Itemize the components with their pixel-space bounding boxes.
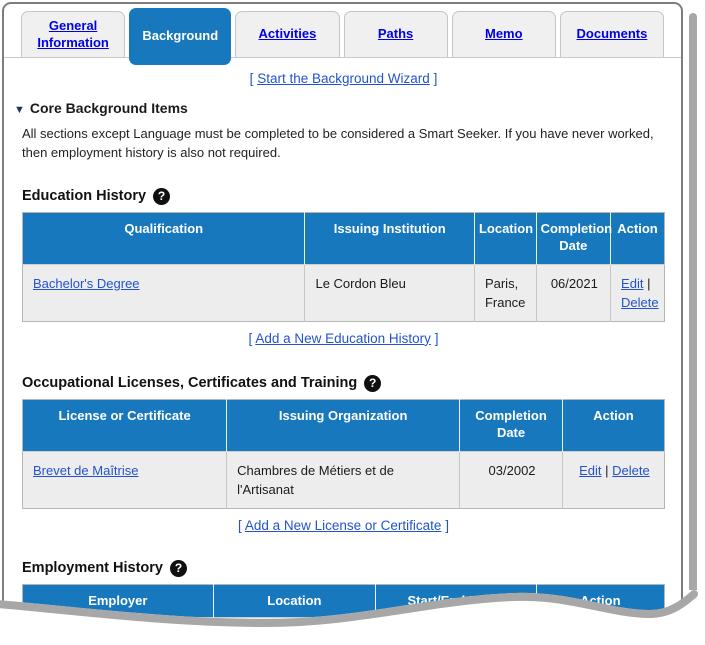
license-delete-link[interactable]: Delete	[612, 463, 650, 478]
licenses-title: Occupational Licenses, Certificates and …	[22, 375, 358, 392]
add-license-row: [ Add a New License or Certificate ]	[22, 518, 665, 533]
add-license-link[interactable]: Add a New License or Certificate	[245, 518, 442, 533]
bracket-open: [	[238, 517, 242, 533]
employment-action-cell: Edit | Delete	[536, 616, 665, 645]
education-action-cell: Edit | Delete	[610, 263, 665, 322]
bracket-open: [	[248, 330, 253, 346]
page-curl-shadow	[689, 13, 697, 590]
education-completion-date-cell: 06/2021	[536, 263, 612, 322]
license-row: Brevet de Maîtrise Chambres de Métiers e…	[22, 450, 665, 509]
tab-documents-label: Documents	[576, 26, 648, 42]
education-col-completion-date: Completion Date	[536, 212, 612, 265]
action-separator: |	[647, 275, 651, 291]
bracket-close: ]	[433, 71, 438, 86]
employment-help-icon[interactable]: ?	[170, 559, 187, 577]
education-help-icon[interactable]: ?	[153, 187, 171, 205]
employment-col-employer: Employer	[22, 584, 214, 618]
employment-dates-cell: 10/2022 - 07/2025	[375, 616, 537, 645]
employer-link[interactable]: Boulón Brasserie and	[33, 629, 157, 644]
tab-paths[interactable]: Paths	[343, 11, 448, 57]
education-table: Qualification Issuing Institution Locati…	[22, 211, 665, 322]
tab-content: [ Start the Background Wizard ] ▼ Core Ba…	[4, 71, 681, 645]
licenses-col-action: Action	[562, 399, 665, 452]
education-row: Bachelor's Degree Le Cordon Bleu Paris, …	[22, 263, 665, 322]
tab-activities-label: Activities	[258, 26, 317, 42]
action-separator: |	[605, 462, 609, 478]
tab-general-information-label: General Information	[37, 18, 109, 50]
license-cell: Brevet de Maîtrise	[22, 450, 228, 509]
education-edit-link[interactable]: Edit	[621, 276, 643, 291]
license-link[interactable]: Brevet de Maîtrise	[33, 463, 139, 478]
education-col-action: Action	[610, 212, 665, 265]
bracket-close: ]	[445, 517, 449, 533]
tab-activities[interactable]: Activities	[235, 11, 340, 57]
employment-col-location: Location	[213, 584, 377, 618]
employment-col-dates: Start/End Dates	[375, 584, 537, 618]
tab-paths-label: Paths	[377, 26, 414, 42]
tab-general-information[interactable]: General Information	[21, 11, 126, 57]
employment-title: Employment History	[22, 560, 163, 577]
background-page-panel: General Information Background Activitie…	[2, 2, 683, 645]
employment-col-action: Action	[536, 584, 665, 618]
education-location-cell: Paris, France	[474, 263, 537, 322]
core-background-description: All sections except Language must be com…	[22, 126, 654, 160]
license-completion-date-cell: 03/2002	[459, 450, 563, 509]
tab-memo-label: Memo	[484, 26, 523, 42]
education-col-qualification: Qualification	[22, 212, 306, 265]
employment-edit-link[interactable]: Edit	[566, 629, 588, 644]
qualification-cell: Bachelor's Degree	[22, 263, 306, 322]
licenses-col-organization: Issuing Organization	[226, 399, 461, 452]
screenshot-frame: General Information Background Activitie…	[0, 0, 705, 645]
license-edit-link[interactable]: Edit	[579, 463, 601, 478]
licenses-header-row: License or Certificate Issuing Organizat…	[22, 399, 665, 452]
employment-heading: Employment History ?	[22, 559, 665, 577]
employer-cell: Boulón Brasserie and	[22, 616, 214, 645]
education-delete-link[interactable]: Delete	[621, 295, 659, 310]
employment-location-cell: 1001 Water St Tampa, FL	[213, 616, 377, 645]
add-education-row: [ Add a New Education History ]	[22, 331, 665, 346]
education-col-issuing-institution: Issuing Institution	[304, 212, 475, 265]
education-history-heading: Education History ?	[22, 187, 665, 205]
tab-documents[interactable]: Documents	[559, 11, 665, 57]
collapse-triangle-icon[interactable]: ▼	[14, 104, 25, 116]
qualification-link[interactable]: Bachelor's Degree	[33, 276, 140, 291]
license-action-cell: Edit | Delete	[562, 450, 665, 509]
employment-location-line1: 1001 Water St	[223, 628, 307, 644]
core-background-items-title: Core Background Items	[29, 100, 188, 116]
organization-cell: Chambres de Métiers et de l'Artisanat	[226, 450, 461, 509]
education-history-title: Education History	[22, 188, 147, 205]
tab-memo[interactable]: Memo	[451, 11, 556, 57]
licenses-table: License or Certificate Issuing Organizat…	[22, 398, 665, 509]
issuing-institution-cell: Le Cordon Bleu	[304, 263, 475, 322]
licenses-col-license: License or Certificate	[22, 399, 228, 452]
action-separator: |	[592, 628, 596, 644]
education-header-row: Qualification Issuing Institution Locati…	[22, 212, 665, 265]
core-background-items-header: ▼ Core Background Items	[14, 100, 665, 116]
licenses-heading: Occupational Licenses, Certificates and …	[22, 374, 665, 392]
employment-table: Employer Location Start/End Dates Action…	[22, 583, 665, 645]
tab-bar: General Information Background Activitie…	[4, 4, 681, 65]
employment-header-row: Employer Location Start/End Dates Action	[22, 584, 665, 618]
bracket-close: ]	[434, 330, 439, 346]
employment-row: Boulón Brasserie and 1001 Water St Tampa…	[22, 616, 665, 645]
add-education-history-link[interactable]: Add a New Education History	[255, 331, 431, 346]
licenses-col-completion-date: Completion Date	[459, 399, 563, 452]
tab-background[interactable]: Background	[129, 8, 232, 65]
wizard-link-row: [ Start the Background Wizard ]	[22, 71, 665, 86]
licenses-help-icon[interactable]: ?	[364, 374, 382, 392]
employment-delete-link[interactable]: Delete	[599, 629, 637, 644]
tab-background-label: Background	[142, 28, 219, 44]
education-col-location: Location	[474, 212, 537, 265]
start-background-wizard-link[interactable]: Start the Background Wizard	[257, 71, 430, 86]
bracket-open: [	[249, 71, 254, 86]
